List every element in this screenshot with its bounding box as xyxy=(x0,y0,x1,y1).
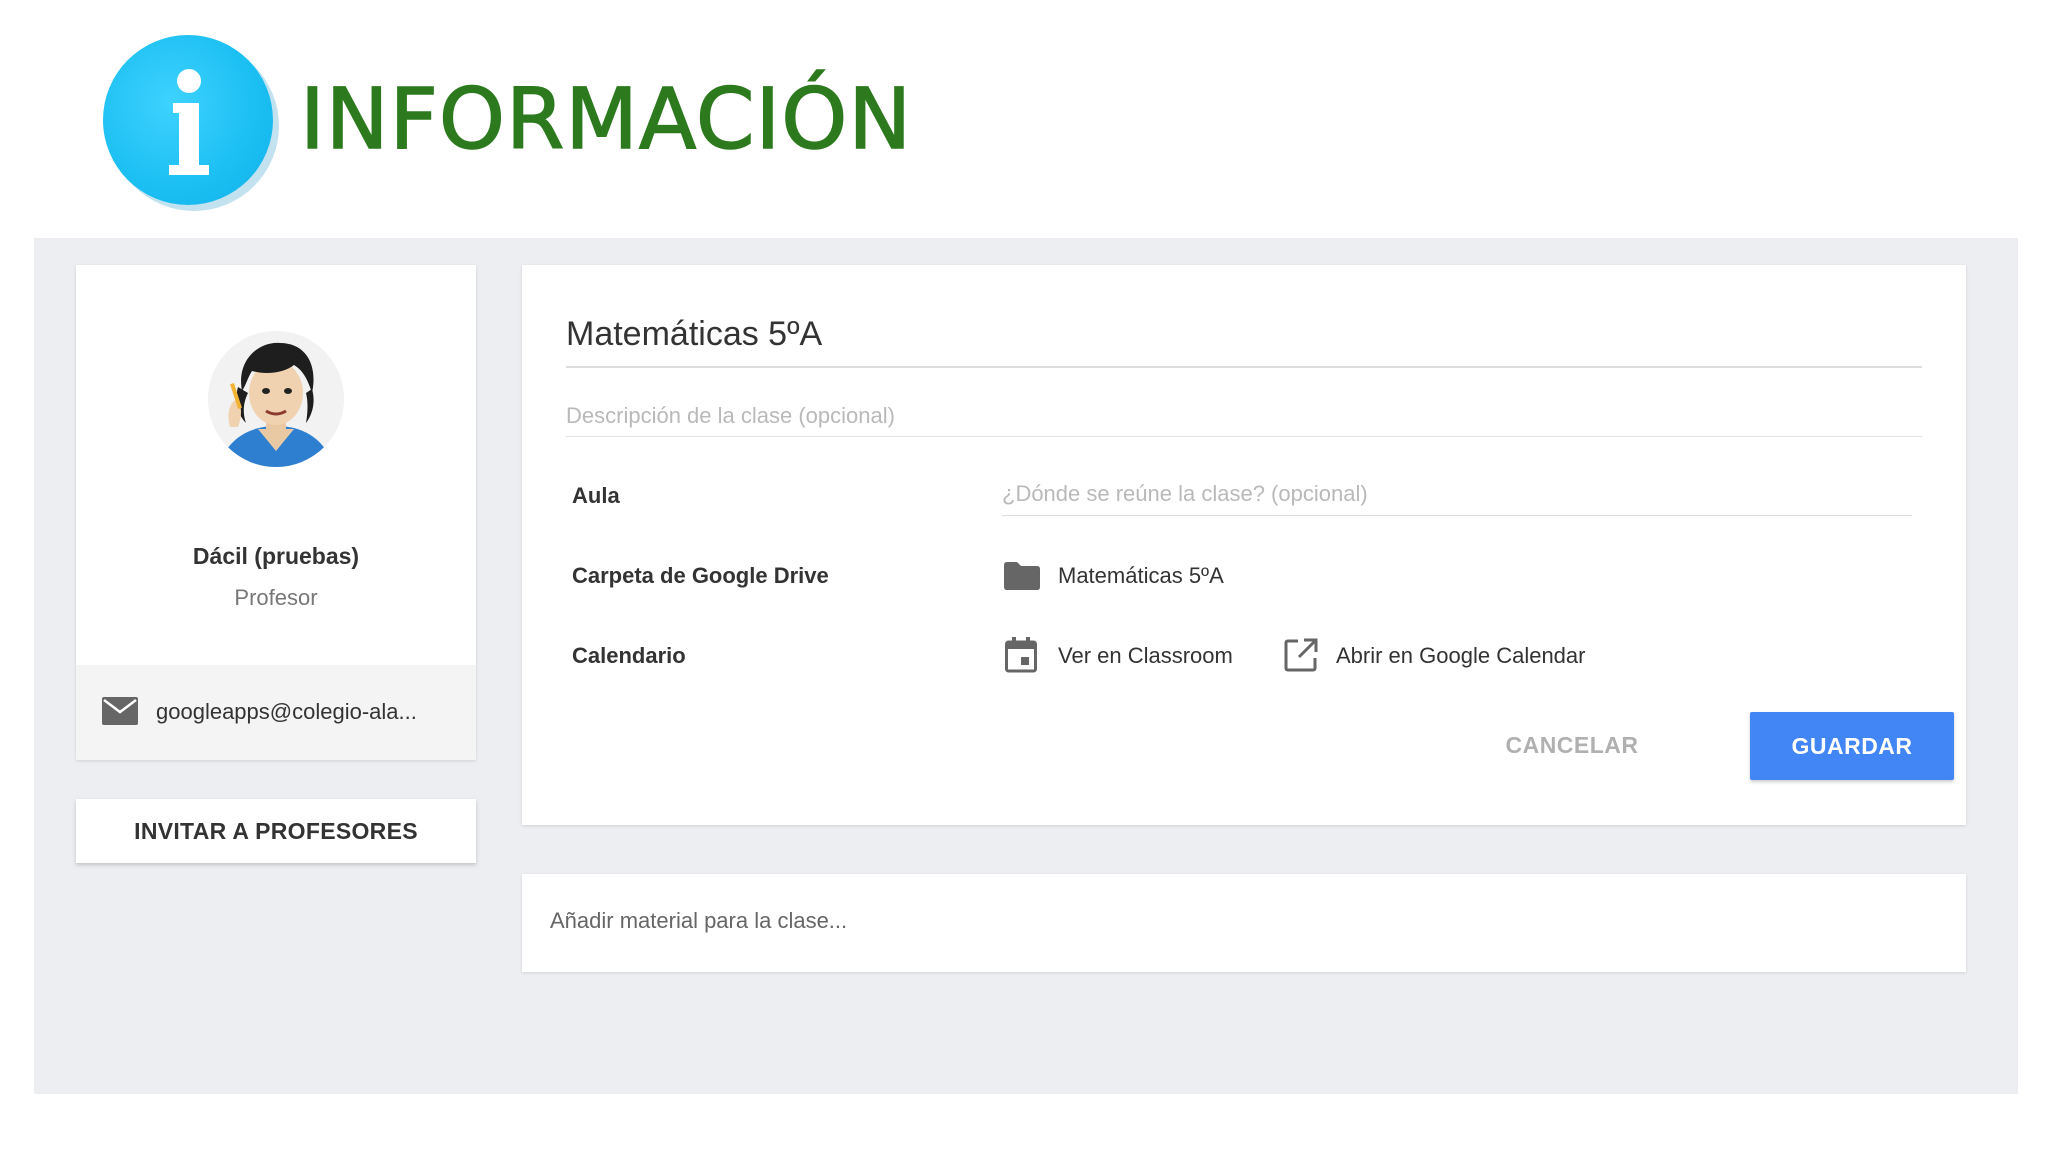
class-description-input[interactable]: Descripción de la clase (opcional) xyxy=(566,403,895,429)
avatar[interactable] xyxy=(208,331,344,467)
save-button[interactable]: GUARDAR xyxy=(1750,712,1954,780)
description-underline xyxy=(566,436,1922,437)
teacher-card: Dácil (pruebas) Profesor googleapps@cole… xyxy=(76,265,476,760)
external-link-icon xyxy=(1284,638,1318,677)
class-edit-card: Matemáticas 5ºA Descripción de la clase … xyxy=(522,265,1966,825)
classroom-settings-panel: Dácil (pruebas) Profesor googleapps@cole… xyxy=(34,238,2018,1094)
calendar-label: Calendario xyxy=(572,643,686,668)
teacher-name: Dácil (pruebas) xyxy=(192,543,360,569)
class-title-input[interactable]: Matemáticas 5ºA xyxy=(566,315,822,354)
open-google-calendar-link[interactable]: Abrir en Google Calendar xyxy=(1336,643,1585,669)
teacher-email: googleapps@colegio-ala... xyxy=(156,699,417,724)
view-in-classroom-link[interactable]: Ver en Classroom xyxy=(1058,643,1233,669)
add-material-input[interactable]: Añadir material para la clase... xyxy=(550,908,847,934)
page: INFORMACIÓN Dácil (pruebas) Profesor goo… xyxy=(0,0,2048,1152)
mail-icon xyxy=(102,697,138,730)
teacher-email-row[interactable]: googleapps@colegio-ala... xyxy=(76,665,476,760)
room-input[interactable]: ¿Dónde se reúne la clase? (opcional) xyxy=(1002,481,1368,507)
calendar-icon xyxy=(1005,637,1037,678)
room-underline xyxy=(1002,515,1912,516)
invite-teachers-button[interactable]: INVITAR A PROFESORES xyxy=(76,799,476,863)
drive-folder-link[interactable]: Matemáticas 5ºA xyxy=(1058,563,1224,589)
teacher-role: Profesor xyxy=(234,585,318,610)
room-label: Aula xyxy=(572,483,620,508)
add-material-card[interactable]: Añadir material para la clase... xyxy=(522,874,1966,972)
info-icon xyxy=(103,35,273,205)
drive-folder-label: Carpeta de Google Drive xyxy=(572,563,829,588)
cancel-button[interactable]: CANCELAR xyxy=(1492,712,1652,778)
folder-icon xyxy=(1004,562,1040,595)
title-underline xyxy=(566,366,1922,368)
page-title: INFORMACIÓN xyxy=(299,69,913,169)
